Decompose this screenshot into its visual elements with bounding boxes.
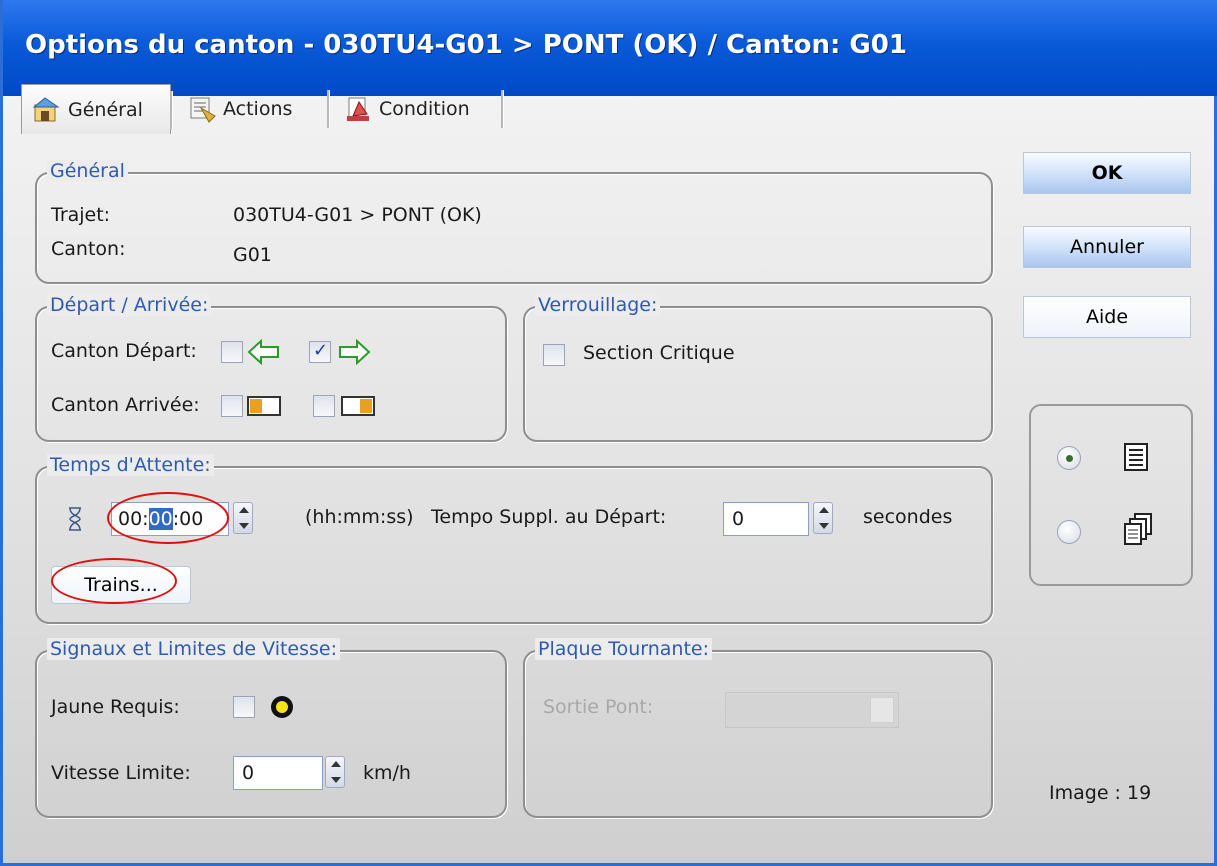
options-canton-dialog: Options du canton - 030TU4-G01 > PONT (O… — [0, 0, 1217, 866]
trajet-value: 030TU4-G01 > PONT (OK) — [233, 204, 482, 226]
vitesse-limite-label: Vitesse Limite: — [51, 762, 191, 784]
stop-left-icon — [247, 396, 281, 416]
depart-arrivee-group: Départ / Arrivée: Canton Départ: Canton … — [35, 294, 507, 442]
general-legend: Général — [47, 160, 128, 182]
tab-general[interactable]: Général — [21, 84, 172, 134]
jaune-requis-label: Jaune Requis: — [51, 696, 180, 718]
canton-value: G01 — [233, 244, 272, 266]
sortie-pont-select[interactable] — [725, 692, 899, 728]
temps-attente-group: Temps d'Attente: 00: 00:00 (hh:mm:ss) Tem… — [35, 454, 993, 624]
signaux-group: Signaux et Limites de Vitesse: Jaune Req… — [35, 638, 507, 818]
temps-attente-legend: Temps d'Attente: — [47, 454, 214, 476]
cancel-button-label: Annuler — [1070, 236, 1144, 258]
title-bar[interactable]: Options du canton - 030TU4-G01 > PONT (O… — [3, 0, 1217, 96]
arrivee-left-checkbox[interactable] — [221, 395, 243, 417]
vitesse-input[interactable]: 0 — [233, 756, 323, 790]
condition-icon — [343, 94, 373, 124]
section-critique-checkbox[interactable] — [543, 344, 565, 366]
tab-condition[interactable]: Condition — [333, 84, 503, 134]
ok-button-label: OK — [1091, 162, 1123, 184]
highlight-ring-trains — [51, 558, 177, 604]
hourglass-icon — [69, 507, 81, 531]
tab-general-label: Général — [68, 98, 143, 121]
arrow-right-green-icon — [339, 339, 371, 365]
verrouillage-group: Verrouillage: Section Critique — [523, 294, 993, 442]
general-icon — [32, 95, 62, 125]
depart-arrivee-legend: Départ / Arrivée: — [47, 294, 212, 316]
tab-actions-label: Actions — [223, 98, 293, 120]
image-counter: Image : 19 — [1049, 782, 1152, 804]
cancel-button[interactable]: Annuler — [1023, 226, 1191, 268]
stop-right-icon — [341, 396, 375, 416]
general-group: Général Trajet: 030TU4-G01 > PONT (OK) C… — [35, 160, 993, 284]
plaque-tournante-legend: Plaque Tournante: — [535, 638, 712, 660]
tempo-value: 0 — [732, 508, 745, 530]
vitesse-spinner[interactable] — [325, 756, 345, 788]
dropdown-arrow-icon[interactable] — [870, 697, 894, 723]
tempo-spinner[interactable] — [813, 502, 833, 534]
depart-right-checkbox[interactable] — [309, 340, 331, 363]
help-button-label: Aide — [1085, 306, 1129, 328]
jaune-requis-checkbox[interactable] — [233, 696, 255, 718]
ok-button[interactable]: OK — [1023, 152, 1191, 194]
depart-left-checkbox[interactable] — [221, 341, 243, 363]
multi-page-icon — [1124, 513, 1152, 545]
time-format-label: (hh:mm:ss) — [305, 506, 414, 528]
list-view-icon — [1124, 443, 1148, 471]
actions-icon — [187, 94, 217, 124]
wait-time-spinner[interactable] — [233, 502, 253, 534]
help-button[interactable]: Aide — [1023, 296, 1191, 338]
tempo-input[interactable]: 0 — [723, 502, 809, 536]
signaux-legend: Signaux et Limites de Vitesse: — [47, 638, 340, 660]
view-mode-panel — [1029, 404, 1193, 586]
seconds-label: secondes — [863, 506, 953, 528]
sortie-pont-label: Sortie Pont: — [543, 696, 654, 718]
vitesse-unit: km/h — [363, 762, 411, 784]
vitesse-value: 0 — [242, 762, 255, 784]
trajet-label: Trajet: — [51, 204, 111, 226]
tempo-label: Tempo Suppl. au Départ: — [431, 506, 667, 528]
canton-depart-label: Canton Départ: — [51, 340, 197, 362]
tab-actions[interactable]: Actions — [177, 84, 329, 134]
view-single-radio[interactable] — [1057, 446, 1081, 470]
window-title: Options du canton - 030TU4-G01 > PONT (O… — [25, 30, 907, 60]
canton-arrivee-label: Canton Arrivée: — [51, 394, 200, 416]
verrouillage-legend: Verrouillage: — [535, 294, 661, 316]
plaque-tournante-group: Plaque Tournante: Sortie Pont: — [523, 638, 993, 818]
canton-label: Canton: — [51, 238, 126, 260]
arrow-left-green-icon — [247, 339, 279, 365]
view-multi-radio[interactable] — [1057, 520, 1081, 544]
tab-condition-label: Condition — [379, 98, 470, 120]
yellow-signal-icon — [271, 696, 293, 718]
arrivee-right-checkbox[interactable] — [313, 395, 335, 417]
section-critique-label[interactable]: Section Critique — [583, 342, 735, 364]
highlight-ring-time — [107, 492, 229, 544]
